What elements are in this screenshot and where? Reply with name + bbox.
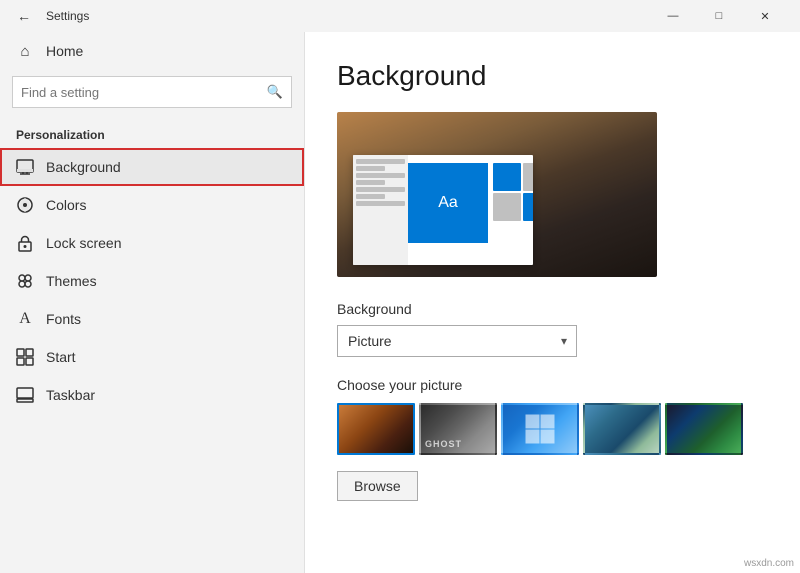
sidebar-item-start-label: Start [46,349,76,365]
section-title: Personalization [0,120,304,148]
home-icon: ⌂ [16,42,34,60]
ghost-text: GHOST [425,439,491,449]
mock-line-5 [356,187,405,192]
mock-line-7 [356,201,405,206]
thumbnail-5[interactable] [665,403,743,455]
tile-preview-1 [526,415,540,429]
preview-aa-block: Aa [408,163,488,243]
title-bar: ← Settings — □ ✕ [0,0,800,32]
tile-3 [493,193,521,221]
page-title: Background [337,60,768,92]
preview-overlay: Aa [353,155,533,265]
title-bar-controls: ← Settings [12,4,89,28]
main-layout: ⌂ Home 🔍 Personalization Background [0,32,800,573]
tile-1 [493,163,521,191]
sidebar-item-colors-label: Colors [46,197,86,213]
window-controls: — □ ✕ [650,0,788,32]
tile-preview-2 [541,415,555,429]
background-icon [16,158,34,176]
sidebar-item-start[interactable]: Start [0,338,304,376]
browse-button[interactable]: Browse [337,471,418,501]
close-button[interactable]: ✕ [742,0,788,32]
background-dropdown[interactable]: Picture Solid color Slideshow [337,325,577,357]
colors-icon [16,196,34,214]
tile-2 [523,163,533,191]
sidebar: ⌂ Home 🔍 Personalization Background [0,32,305,573]
picture-grid: GHOST [337,403,768,455]
minimize-button[interactable]: — [650,0,696,32]
thumbnail-2[interactable]: GHOST [419,403,497,455]
maximize-button[interactable]: □ [696,0,742,32]
lockscreen-icon [16,234,34,252]
sidebar-item-background-label: Background [46,159,121,175]
mock-line-3 [356,173,405,178]
sidebar-item-background[interactable]: Background [0,148,304,186]
mock-line-6 [356,194,385,199]
title-bar-title: Settings [46,9,89,23]
sidebar-item-colors[interactable]: Colors [0,186,304,224]
thumbnail-1[interactable] [337,403,415,455]
watermark: wsxdn.com [744,558,794,569]
tile-preview-3 [526,430,540,444]
background-section-label: Background [337,301,768,317]
windows-tiles-preview [526,415,555,444]
tile-preview-4 [541,430,555,444]
mock-line-2 [356,166,385,171]
back-button[interactable]: ← [12,4,36,28]
thumbnail-4[interactable] [583,403,661,455]
mock-line-4 [356,180,385,185]
sidebar-item-fonts-label: Fonts [46,311,81,327]
aa-text: Aa [438,194,458,212]
background-preview: Aa [337,112,657,277]
home-label: Home [46,43,83,59]
thumbnail-3[interactable] [501,403,579,455]
sidebar-item-home[interactable]: ⌂ Home [0,32,304,70]
search-input[interactable] [21,85,267,100]
sidebar-item-taskbar[interactable]: Taskbar [0,376,304,414]
dropdown-wrapper: Picture Solid color Slideshow ▾ [337,325,577,357]
start-icon [16,348,34,366]
fonts-icon: A [16,310,34,328]
search-box: 🔍 [12,76,292,108]
taskbar-icon [16,386,34,404]
tile-4 [523,193,533,221]
choose-picture-label: Choose your picture [337,377,768,393]
content-area: Background Aa [305,32,800,573]
themes-icon [16,272,34,290]
sidebar-item-fonts[interactable]: A Fonts [0,300,304,338]
preview-sidebar-mock [353,155,408,265]
sidebar-item-lockscreen[interactable]: Lock screen [0,224,304,262]
preview-tiles [493,163,533,221]
sidebar-item-lockscreen-label: Lock screen [46,235,121,251]
mock-line-1 [356,159,405,164]
search-icon: 🔍 [267,84,283,100]
sidebar-item-themes-label: Themes [46,273,97,289]
sidebar-item-themes[interactable]: Themes [0,262,304,300]
sidebar-item-taskbar-label: Taskbar [46,387,95,403]
